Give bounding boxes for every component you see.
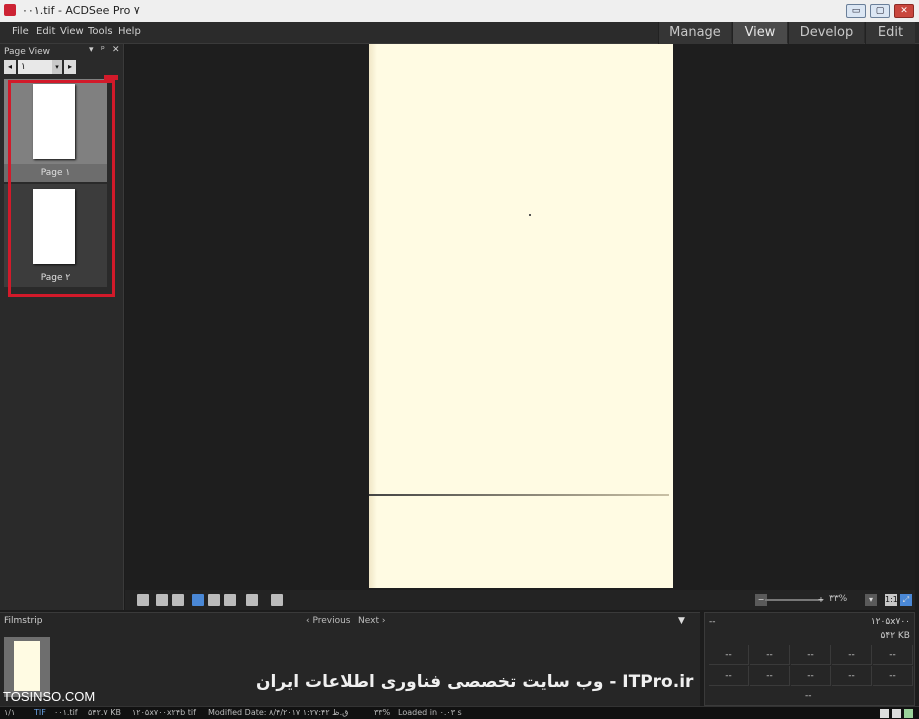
mode-tab-view[interactable]: View [732,22,787,44]
menu-file[interactable]: File [12,26,29,37]
info-icon[interactable] [892,709,901,718]
menu-view[interactable]: View [60,26,84,37]
page-select[interactable]: ۱ ▾ [18,60,62,74]
thumbnail-image [14,641,40,691]
rotate-right-icon[interactable] [172,594,184,606]
filmstrip-collapse-icon[interactable]: ▼ [678,616,685,626]
info-grid: -- -- -- -- -- -- -- -- -- -- [709,645,913,689]
status-filesize: ۵۴۲.۷ KB [88,708,122,717]
page-rule-line [369,494,669,496]
info-cell: -- [873,666,913,686]
menu-tools[interactable]: Tools [88,26,113,37]
status-loaded: Loaded in ۰.۰۳ s [398,708,462,717]
check-icon[interactable] [904,709,913,718]
info-cell: -- [750,666,790,686]
chevron-down-icon: ▾ [52,60,62,74]
filmstrip-thumbnail[interactable] [4,637,50,697]
watermark-site: TOSINSO.COM [3,689,96,704]
hand-tool-icon[interactable] [192,594,204,606]
highlight-marker [104,75,118,80]
info-bottom: -- [805,691,812,701]
status-dimensions: ۱۲۰۵x۷۰۰x۲۴b tif [132,708,196,717]
title-bar: ۰۰۱.tif - ACDSee Pro ۷ ▭ ▢ ✕ [0,0,919,22]
crop-icon[interactable] [246,594,258,606]
actual-size-icon[interactable]: 1:1 [885,594,898,606]
info-cell: -- [791,666,831,686]
highlight-frame [8,80,115,297]
mode-tab-edit[interactable]: Edit [865,22,915,44]
document-image [369,44,673,588]
minimize-button[interactable]: ▭ [846,4,866,18]
select-tool-icon[interactable] [208,594,220,606]
zoom-dropdown[interactable]: ▾ [865,594,877,606]
fit-image-icon[interactable]: ⤢ [900,594,912,606]
window-title: ۰۰۱.tif - ACDSee Pro ۷ [22,4,140,17]
zoom-tool-icon[interactable] [224,594,236,606]
page-edge-shadow [369,44,377,588]
info-cell: -- [709,666,749,686]
info-palette: -- ۱۲۰۵x۷۰۰ ۵۴۲ KB -- -- -- -- -- -- -- … [704,612,915,706]
status-filename: ۰۰۱.tif [54,708,78,717]
rotate-left-icon[interactable] [156,594,168,606]
info-cell: -- [873,645,913,665]
info-top-left: -- [709,617,716,627]
status-bar: ۱/۱ TIF ۰۰۱.tif ۵۴۲.۷ KB ۱۲۰۵x۷۰۰x۲۴b ti… [0,706,919,719]
info-cell: -- [791,645,831,665]
filmstrip-title: Filmstrip [4,616,43,626]
page-view-title: Page View [4,47,51,57]
mode-tab-develop[interactable]: Develop [788,22,864,44]
info-cell: -- [750,645,790,665]
maximize-button[interactable]: ▢ [870,4,890,18]
viewer-toolbar: − + ۳۳% ▾ 1:1 ⤢ [125,590,915,610]
info-cell: -- [832,666,872,686]
zoom-in-button[interactable]: + [815,594,827,606]
mode-tab-manage[interactable]: Manage [658,22,731,44]
menu-help[interactable]: Help [118,26,141,37]
next-page-button[interactable]: ▸ [64,60,76,74]
acdsee-window: ۰۰۱.tif - ACDSee Pro ۷ ▭ ▢ ✕ File Edit V… [0,0,919,719]
status-format: TIF [34,708,46,717]
close-button[interactable]: ✕ [894,4,914,18]
image-viewer[interactable] [125,44,915,590]
panel-menu-icon[interactable]: ▾ [89,45,94,55]
watermark-banner: ITPro.ir - وب سایت تخصصی فناوری اطلاعات … [256,672,694,692]
status-index: ۱/۱ [4,708,16,717]
status-zoom: ۳۳% [374,708,391,717]
page-speck [529,214,531,216]
print-icon[interactable] [271,594,283,606]
menu-edit[interactable]: Edit [36,26,55,37]
page-select-value: ۱ [21,62,26,72]
layout-icon[interactable] [880,709,889,718]
filmstrip-toggle-icon[interactable] [137,594,149,606]
prev-page-button[interactable]: ◂ [4,60,16,74]
filmstrip-previous[interactable]: ‹ Previous [306,616,351,626]
info-cell: -- [709,645,749,665]
info-dimensions: ۱۲۰۵x۷۰۰ [870,617,910,627]
pin-icon[interactable]: ᵖ [101,45,105,55]
filmstrip-next[interactable]: Next › [358,616,385,626]
zoom-level[interactable]: ۳۳% [829,594,847,604]
status-modified: Modified Date: ۸/۴/۲۰۱۷ ۱:۲۷:۴۲ ق.ظ [208,708,349,717]
info-cell: -- [832,645,872,665]
panel-close-icon[interactable]: ✕ [112,45,120,55]
info-filesize: ۵۴۲ KB [880,631,910,641]
app-icon [4,4,16,16]
